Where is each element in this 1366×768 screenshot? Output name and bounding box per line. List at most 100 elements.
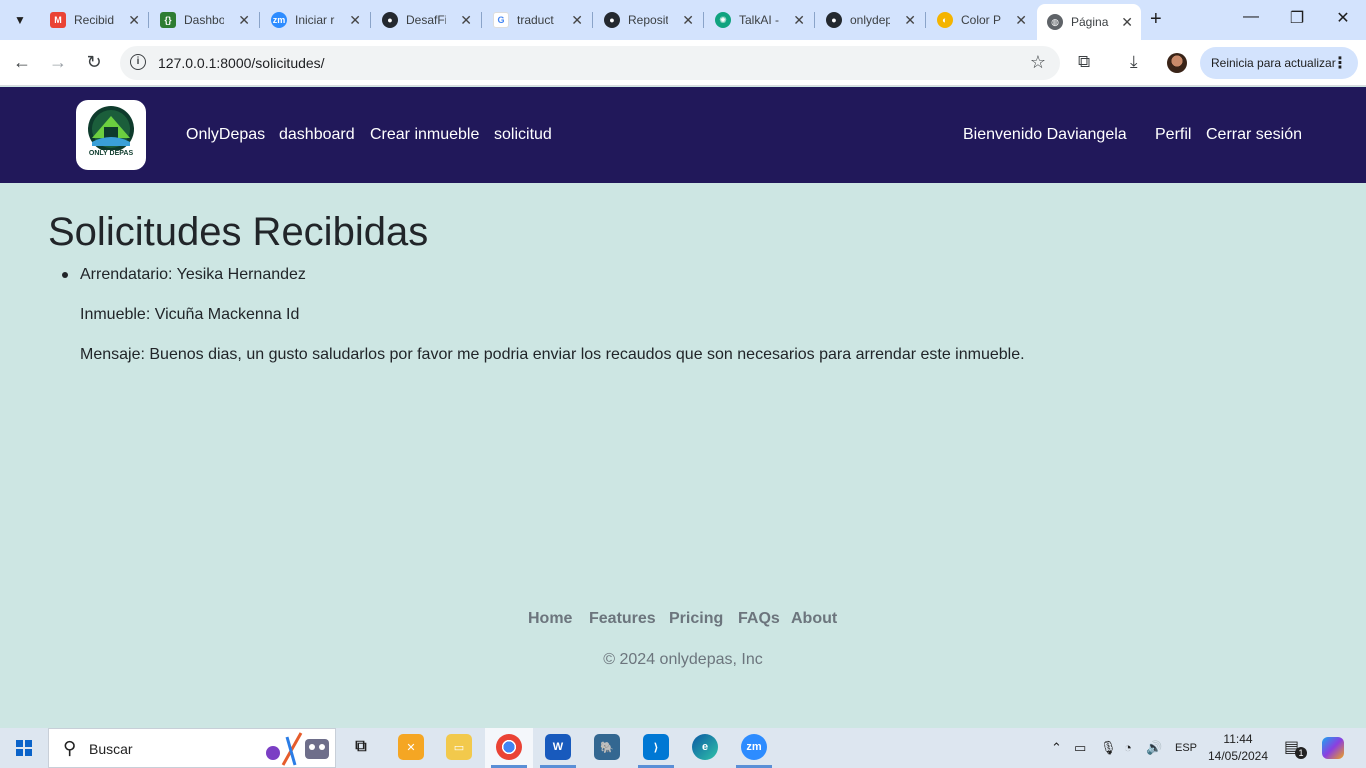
windows-taskbar: ⚲ Buscar ⧉ ✕ ▭ W 🐘 ⟩ e zm ⌃ ▭ 🎙 ◔ 🔊 ESP … — [0, 728, 1366, 768]
close-icon[interactable]: ✕ — [349, 12, 361, 29]
restore-icon[interactable]: ❐ — [1282, 8, 1312, 28]
tab-gmail[interactable]: M Recibid ✕ — [40, 6, 148, 34]
browser-toolbar: ← → ↻ i 127.0.0.1:8000/solicitudes/ ☆ ⧉ … — [0, 40, 1366, 86]
file-explorer-icon[interactable]: ▭ — [446, 734, 472, 760]
close-icon[interactable]: ✕ — [904, 12, 916, 29]
extensions-puzzle-icon[interactable]: ⧉ — [1078, 52, 1090, 72]
back-arrow-icon[interactable]: ← — [11, 52, 33, 73]
tab-zoom[interactable]: zm Iniciar r ✕ — [261, 6, 369, 34]
reload-icon[interactable]: ↻ — [83, 52, 105, 73]
footer-about[interactable]: About — [791, 610, 837, 628]
clock-time: 11:44 — [1223, 732, 1253, 746]
tab-github-repo[interactable]: ● Reposit ✕ — [594, 6, 702, 34]
tab-dashboard[interactable]: {} Dashbo ✕ — [150, 6, 258, 34]
forward-arrow-icon[interactable]: → — [47, 52, 69, 73]
github-icon: ● — [604, 12, 620, 28]
clock-date: 14/05/2024 — [1207, 749, 1269, 763]
close-icon[interactable]: ✕ — [460, 12, 472, 29]
welcome-text: Bienvenido Daviangela — [963, 126, 1127, 143]
wifi-icon[interactable]: ◔ — [1124, 740, 1132, 755]
microphone-icon[interactable]: 🎙 — [1100, 740, 1117, 756]
footer-pricing[interactable]: Pricing — [669, 610, 723, 628]
nav-cerrar-sesion[interactable]: Cerrar sesión — [1206, 126, 1302, 144]
tab-label: DesafFi — [406, 13, 446, 27]
nav-onlydepas[interactable]: OnlyDepas — [186, 126, 265, 144]
close-icon[interactable]: ✕ — [682, 12, 694, 29]
new-tab-plus-icon[interactable]: + — [1150, 8, 1162, 31]
tab-label: Dashbo — [184, 13, 224, 27]
copilot-icon[interactable] — [1322, 737, 1344, 759]
download-icon[interactable]: ⤓ — [1130, 52, 1138, 72]
github-icon: ● — [826, 12, 842, 28]
tab-talkai[interactable]: ✺ TalkAI - ✕ — [705, 6, 813, 34]
tab-active-page[interactable]: ◍ Página ✕ — [1037, 4, 1141, 40]
close-window-icon[interactable]: ✕ — [1328, 8, 1358, 28]
battery-icon[interactable]: ▭ — [1074, 740, 1086, 756]
footer-faqs[interactable]: FAQs — [738, 610, 780, 628]
tray-chevron-up-icon[interactable]: ⌃ — [1051, 740, 1062, 756]
tab-label: Color P — [961, 13, 1001, 27]
word-icon[interactable]: W — [545, 734, 571, 760]
footer-features[interactable]: Features — [589, 610, 656, 628]
update-button[interactable]: Reinicia para actualizar ⋮ — [1200, 47, 1358, 79]
url-text[interactable]: 127.0.0.1:8000/solicitudes/ — [158, 55, 325, 71]
tab-color-picker[interactable]: ◐ Color P ✕ — [927, 6, 1035, 34]
nav-solicitud[interactable]: solicitud — [494, 126, 552, 144]
dashboard-icon: {} — [160, 12, 176, 28]
close-icon[interactable]: ✕ — [571, 12, 583, 29]
notification-badge: 1 — [1295, 747, 1307, 759]
gmail-icon: M — [50, 12, 66, 28]
tab-google-translate[interactable]: G traduct ✕ — [483, 6, 591, 34]
list-bullet — [62, 272, 68, 278]
close-icon[interactable]: ✕ — [1121, 14, 1133, 31]
tab-label: onlydep — [850, 13, 890, 27]
task-view-icon[interactable]: ⧉ — [348, 734, 374, 760]
request-message: Mensaje: Buenos dias, un gusto saludarlo… — [80, 346, 1025, 363]
close-icon[interactable]: ✕ — [238, 12, 250, 29]
bookmark-star-icon[interactable]: ☆ — [1030, 52, 1046, 73]
postgresql-icon[interactable]: 🐘 — [594, 734, 620, 760]
app-tools-icon[interactable]: ✕ — [398, 734, 424, 760]
language-indicator[interactable]: ESP — [1175, 742, 1197, 754]
zoom-app-icon[interactable]: zm — [741, 734, 767, 760]
nav-crear-inmueble[interactable]: Crear inmueble — [370, 126, 479, 144]
request-tenant: Arrendatario: Yesika Hernandez — [80, 266, 306, 283]
page-title: Solicitudes Recibidas — [48, 210, 429, 254]
tab-label: Iniciar r — [295, 13, 335, 27]
request-property: Inmueble: Vicuña Mackenna Id — [80, 306, 300, 323]
site-info-icon[interactable]: i — [130, 54, 146, 70]
nav-perfil[interactable]: Perfil — [1155, 126, 1191, 144]
menu-dots-icon[interactable]: ⋮ — [1332, 53, 1348, 73]
chrome-icon[interactable] — [496, 734, 522, 760]
tab-github-desafio[interactable]: ● DesafFi ✕ — [372, 6, 480, 34]
tab-github-onlydepas[interactable]: ● onlydep ✕ — [816, 6, 924, 34]
volume-icon[interactable]: 🔊 — [1146, 740, 1162, 756]
tab-label: TalkAI - — [739, 13, 779, 27]
address-bar[interactable]: i 127.0.0.1:8000/solicitudes/ ☆ — [120, 46, 1060, 80]
zoom-icon: zm — [271, 12, 287, 28]
footer-copyright: © 2024 onlydepas, Inc — [603, 651, 763, 668]
nav-dashboard[interactable]: dashboard — [279, 126, 355, 144]
footer-home[interactable]: Home — [528, 610, 572, 628]
onlydepas-logo[interactable]: ONLY DEPAS — [76, 100, 146, 170]
tab-label: traduct — [517, 13, 554, 27]
github-icon: ● — [382, 12, 398, 28]
tab-list-chevron-icon[interactable]: ▼ — [6, 8, 34, 32]
google-icon: G — [493, 12, 509, 28]
search-placeholder: Buscar — [89, 741, 133, 757]
edge-icon[interactable]: e — [692, 734, 718, 760]
profile-avatar[interactable] — [1167, 53, 1187, 73]
vscode-icon[interactable]: ⟩ — [643, 734, 669, 760]
minimize-icon[interactable]: — — [1236, 8, 1266, 26]
search-highlight-icon — [266, 732, 329, 766]
logo-text: ONLY DEPAS — [88, 150, 134, 157]
globe-icon: ◍ — [1047, 14, 1063, 30]
taskbar-clock[interactable]: 11:44 14/05/2024 — [1205, 731, 1271, 765]
tab-label: Página — [1071, 15, 1109, 29]
taskbar-search[interactable]: ⚲ Buscar — [48, 728, 336, 768]
close-icon[interactable]: ✕ — [1015, 12, 1027, 29]
close-icon[interactable]: ✕ — [793, 12, 805, 29]
colorpicker-icon: ◐ — [937, 12, 953, 28]
windows-start-icon[interactable] — [16, 740, 32, 756]
close-icon[interactable]: ✕ — [128, 12, 140, 29]
